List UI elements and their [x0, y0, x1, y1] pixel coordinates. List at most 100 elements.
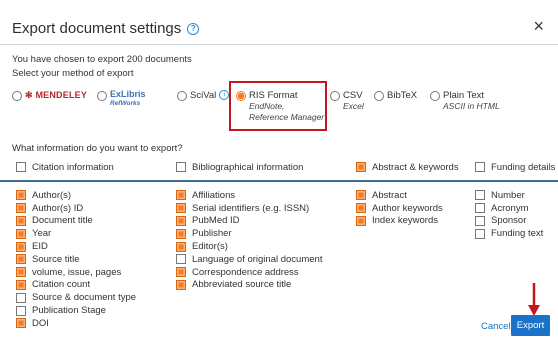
cancel-button[interactable]: Cancel [481, 321, 511, 332]
field-publication-stage[interactable]: Publication Stage [16, 304, 136, 317]
field-label: Correspondence address [192, 266, 299, 278]
ris-highlight-box [229, 81, 327, 131]
field-label: Abstract [372, 189, 407, 201]
checkbox[interactable] [176, 215, 186, 226]
field-serial-identifiers[interactable]: Serial identifiers (e.g. ISSN) [176, 202, 322, 215]
field-label: Document title [32, 215, 93, 227]
field-pubmed-id[interactable]: PubMed ID [176, 215, 322, 228]
checkbox[interactable] [16, 254, 26, 265]
field-index-keywords[interactable]: Index keywords [356, 215, 443, 228]
field-funding-text[interactable]: Funding text [475, 227, 543, 240]
checkbox[interactable] [356, 203, 366, 214]
field-author-id[interactable]: Author(s) ID [16, 202, 136, 215]
checkbox[interactable] [176, 228, 186, 239]
field-authors[interactable]: Author(s) [16, 189, 136, 202]
field-editors[interactable]: Editor(s) [176, 240, 322, 253]
exlibris-logo: ExLibris RefWorks [110, 90, 146, 108]
checkbox[interactable] [475, 215, 485, 226]
method-csv[interactable]: CSV Excel [330, 90, 364, 112]
field-source-title[interactable]: Source title [16, 253, 136, 266]
help-icon[interactable]: ? [187, 22, 200, 35]
radio-bibtex[interactable] [374, 91, 384, 101]
checkbox-bibliographical[interactable] [176, 162, 186, 172]
method-mendeley[interactable]: ✻ MENDELEY [12, 90, 87, 101]
checkbox-citation[interactable] [16, 162, 26, 172]
checkbox-funding[interactable] [475, 162, 485, 172]
field-label: Index keywords [372, 215, 439, 227]
csv-label: CSV [343, 90, 363, 101]
method-bibtex[interactable]: BibTeX [374, 90, 417, 101]
field-author-keywords[interactable]: Author keywords [356, 202, 443, 215]
checkbox[interactable] [16, 267, 26, 278]
checkbox[interactable] [16, 215, 26, 226]
category-funding[interactable]: Funding details [475, 157, 555, 177]
checkbox[interactable] [16, 279, 26, 290]
radio-csv[interactable] [330, 91, 340, 101]
checkbox[interactable] [16, 305, 26, 316]
checkbox[interactable] [16, 318, 26, 329]
checkbox-abstract[interactable] [356, 162, 366, 172]
csv-sublabel: Excel [343, 101, 364, 111]
field-affiliations[interactable]: Affiliations [176, 189, 322, 202]
field-number[interactable]: Number [475, 189, 543, 202]
category-citation-label: Citation information [32, 161, 114, 173]
checkbox[interactable] [356, 190, 366, 201]
checkbox[interactable] [16, 203, 26, 214]
checkbox[interactable] [16, 190, 26, 201]
plaintext-text: Plain Text ASCII in HTML [443, 90, 500, 112]
field-citation-count[interactable]: Citation count [16, 279, 136, 292]
field-volume-issue-pages[interactable]: volume, issue, pages [16, 266, 136, 279]
checkbox[interactable] [16, 241, 26, 252]
export-button[interactable]: Export [511, 315, 550, 336]
method-plaintext[interactable]: Plain Text ASCII in HTML [430, 90, 500, 112]
method-refworks[interactable]: ExLibris RefWorks [97, 90, 146, 108]
field-label: Source title [32, 253, 80, 265]
field-abbreviated-source-title[interactable]: Abbreviated source title [176, 279, 322, 292]
field-label: Acronym [491, 202, 529, 214]
close-icon[interactable]: × [533, 16, 544, 37]
info-prompt: What information do you want to export? [12, 143, 183, 154]
category-citation[interactable]: Citation information [16, 157, 114, 177]
mendeley-label: MENDELEY [35, 90, 88, 100]
field-label: EID [32, 241, 48, 253]
field-eid[interactable]: EID [16, 240, 136, 253]
category-abstract[interactable]: Abstract & keywords [356, 157, 459, 177]
field-correspondence-address[interactable]: Correspondence address [176, 266, 322, 279]
checkbox[interactable] [176, 241, 186, 252]
checkbox[interactable] [176, 190, 186, 201]
field-year[interactable]: Year [16, 227, 136, 240]
field-abstract[interactable]: Abstract [356, 189, 443, 202]
field-doi[interactable]: DOI [16, 317, 136, 330]
checkbox[interactable] [16, 228, 26, 239]
checkbox[interactable] [16, 292, 26, 303]
field-language[interactable]: Language of original document [176, 253, 322, 266]
category-bibliographical[interactable]: Bibliographical information [176, 157, 303, 177]
field-label: Editor(s) [192, 241, 228, 253]
method-scival[interactable]: SciVal i [177, 90, 230, 101]
radio-scival[interactable] [177, 91, 187, 101]
radio-plaintext[interactable] [430, 91, 440, 101]
info-icon[interactable]: i [219, 90, 230, 100]
field-sponsor[interactable]: Sponsor [475, 215, 543, 228]
radio-refworks[interactable] [97, 91, 107, 101]
checkbox[interactable] [176, 279, 186, 290]
checkbox[interactable] [176, 203, 186, 214]
field-source-document-type[interactable]: Source & document type [16, 291, 136, 304]
checkbox[interactable] [475, 190, 485, 201]
checkbox[interactable] [176, 254, 186, 265]
field-document-title[interactable]: Document title [16, 215, 136, 228]
field-label: Affiliations [192, 189, 236, 201]
field-label: Language of original document [192, 253, 323, 265]
csv-text: CSV Excel [343, 90, 364, 112]
header-divider [0, 44, 558, 45]
checkbox[interactable] [176, 267, 186, 278]
field-label: Serial identifiers (e.g. ISSN) [192, 202, 310, 214]
field-acronym[interactable]: Acronym [475, 202, 543, 215]
checkbox[interactable] [356, 215, 366, 226]
checkbox[interactable] [475, 228, 485, 239]
abstract-column: Abstract Author keywords Index keywords [356, 189, 443, 227]
radio-mendeley[interactable] [12, 91, 22, 101]
refworks-sublabel: RefWorks [110, 100, 141, 107]
field-publisher[interactable]: Publisher [176, 227, 322, 240]
checkbox[interactable] [475, 203, 485, 214]
